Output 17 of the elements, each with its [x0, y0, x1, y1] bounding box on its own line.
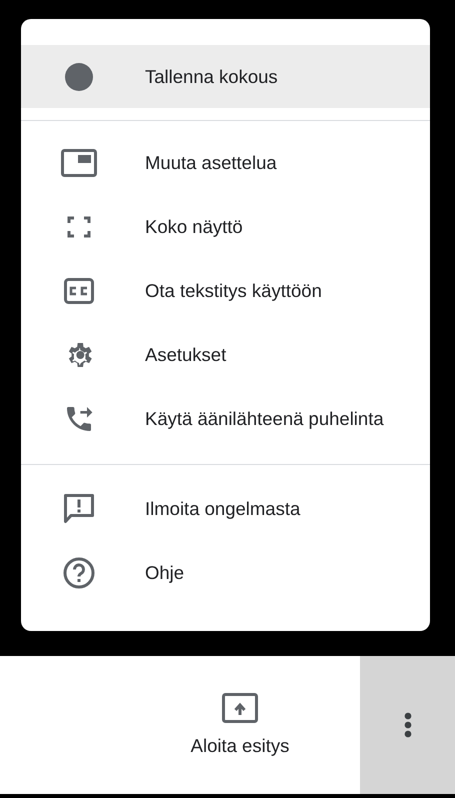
menu-item[interactable]: Muuta asettelua	[21, 131, 430, 195]
menu-item[interactable]: Ilmoita ongelmasta	[21, 477, 430, 541]
captions-icon	[64, 278, 94, 304]
circle-icon	[65, 62, 93, 90]
help-icon	[63, 557, 95, 589]
menu-item[interactable]: Ota tekstitys käyttöön	[21, 259, 430, 323]
fullscreen-icon	[67, 216, 91, 238]
menu-item[interactable]: Tallenna kokous	[21, 45, 430, 108]
layout-icon	[61, 149, 97, 177]
more-button[interactable]	[360, 656, 455, 794]
report-icon	[64, 494, 94, 524]
menu-item[interactable]: Ohje	[21, 541, 430, 605]
upload-icon	[222, 693, 258, 723]
menu-item[interactable]: Asetukset	[21, 323, 430, 387]
more-icon	[404, 712, 412, 738]
menu-item[interactable]: Koko näyttö	[21, 195, 430, 259]
menu-item[interactable]: Käytä äänilähteenä puhelinta	[21, 387, 430, 451]
